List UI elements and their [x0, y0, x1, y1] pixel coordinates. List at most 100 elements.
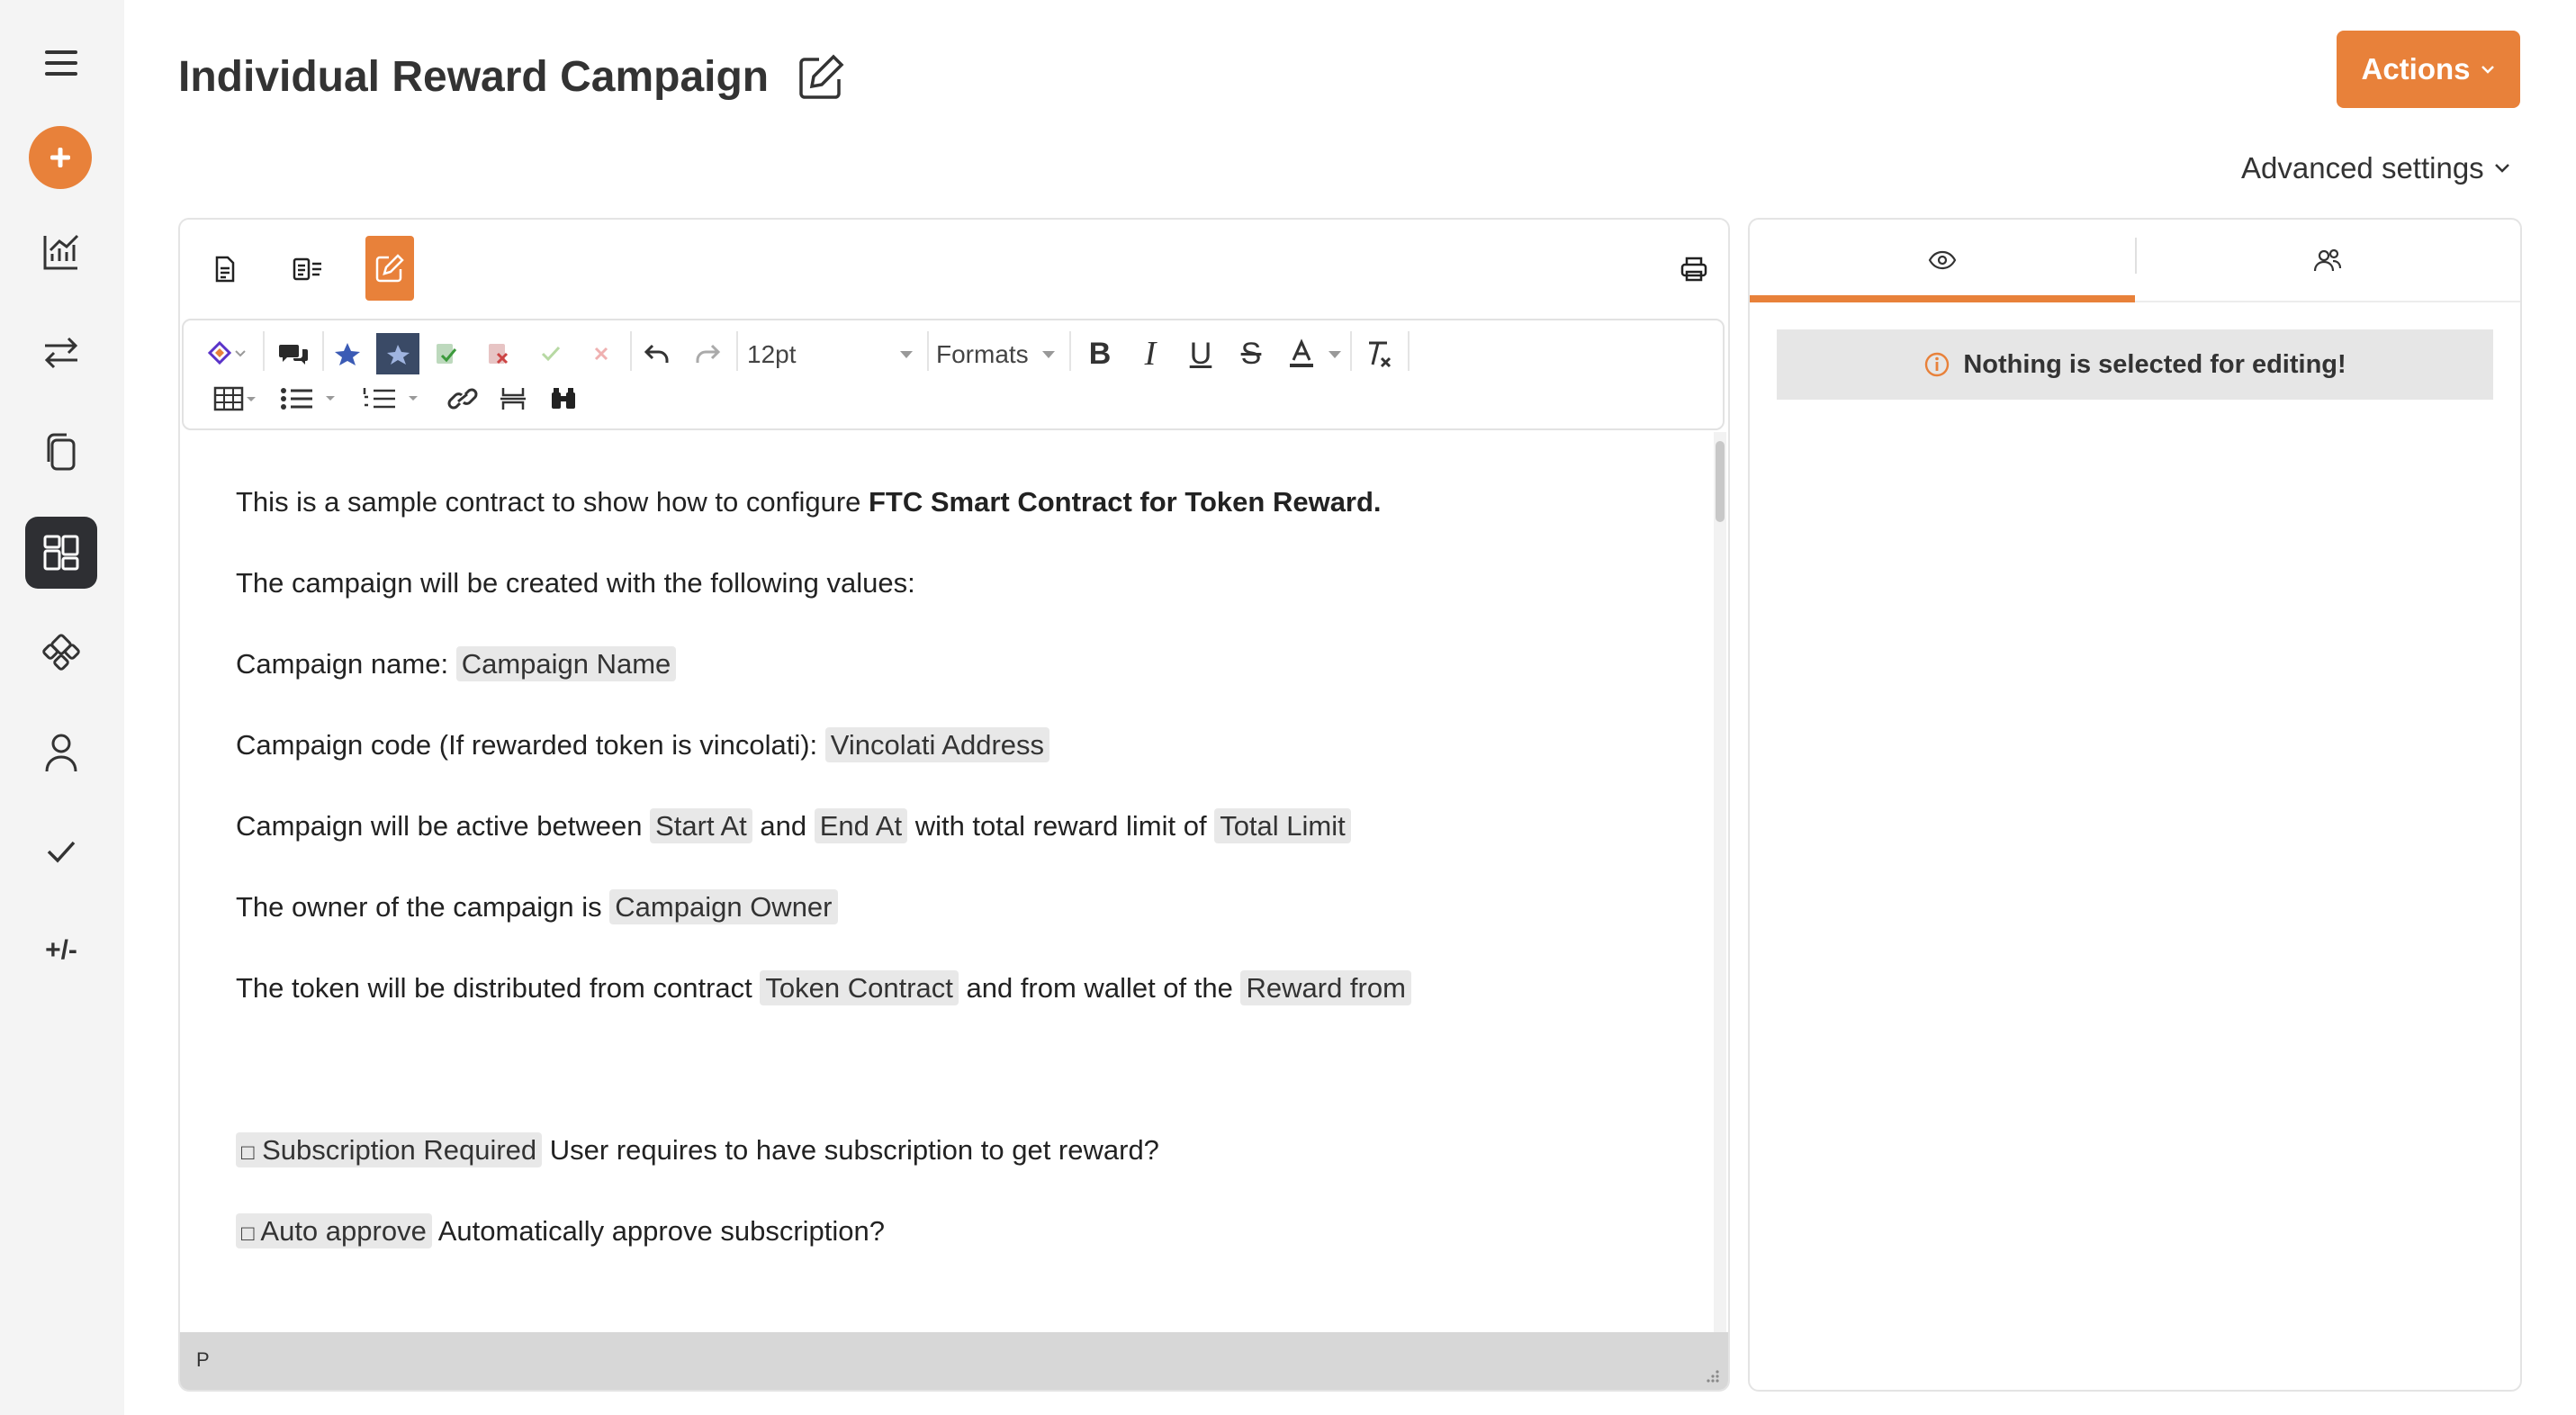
campaign-name-field[interactable]: Campaign Name — [455, 646, 677, 681]
smart-field-icon[interactable] — [200, 333, 254, 374]
notice-text: Nothing is selected for editing! — [1963, 349, 2346, 379]
toolbar-separator — [1069, 331, 1071, 371]
redo-icon[interactable] — [686, 333, 729, 374]
documents-icon[interactable] — [25, 416, 97, 488]
element-path[interactable]: P — [196, 1348, 210, 1372]
paragraph: □ Subscription Required User requires to… — [236, 1129, 1159, 1175]
toolbar-separator — [927, 331, 929, 371]
page-break-icon[interactable] — [491, 378, 535, 419]
paragraph: Campaign will be active between Start At… — [236, 805, 1351, 848]
print-icon[interactable] — [1669, 238, 1719, 301]
resize-handle-icon[interactable] — [1703, 1366, 1721, 1384]
chevron-down-icon[interactable] — [1329, 351, 1341, 358]
toolbar-separator — [322, 331, 324, 371]
actions-label: Actions — [2361, 52, 2471, 86]
chart-icon[interactable] — [25, 216, 97, 288]
bullet-list-icon[interactable] — [277, 378, 340, 419]
scrollbar-thumb[interactable] — [1716, 441, 1725, 522]
formats-select[interactable]: Formats — [936, 333, 1062, 374]
end-at-field[interactable]: End At — [814, 808, 908, 843]
start-at-field[interactable]: Start At — [650, 808, 752, 843]
table-icon[interactable] — [207, 378, 263, 419]
paragraph-text: The token will be distributed from contr… — [236, 972, 761, 1004]
reward-from-field[interactable]: Reward from — [1240, 970, 1411, 1005]
undo-icon[interactable] — [635, 333, 679, 374]
transfer-icon[interactable] — [25, 317, 97, 389]
chevron-down-icon — [900, 351, 913, 358]
paragraph: Campaign name: Campaign Name — [236, 643, 677, 686]
toolbar-separator — [1408, 331, 1410, 371]
underline-icon[interactable]: U — [1179, 333, 1222, 374]
reject-all-icon[interactable] — [477, 333, 520, 374]
paragraph-text: and from wallet of the — [958, 972, 1241, 1004]
paragraph-text: User requires to have subscription to ge… — [542, 1134, 1159, 1166]
page-title: Individual Reward Campaign — [178, 53, 770, 101]
properties-panel: Nothing is selected for editing! — [1748, 218, 2522, 1392]
sidebar: +/- — [0, 0, 124, 1415]
paragraph: □ Auto approve Automatically approve sub… — [236, 1210, 885, 1256]
chevron-down-icon — [2481, 66, 2494, 74]
accept-change-icon[interactable] — [529, 333, 572, 374]
editor-scrollbar[interactable] — [1714, 432, 1726, 1332]
paragraph-text: The owner of the campaign is — [236, 891, 610, 923]
eye-icon — [1928, 250, 1957, 270]
auto-approve-checkbox[interactable]: □ Auto approve — [236, 1213, 432, 1248]
clear-formatting-icon[interactable] — [1357, 333, 1401, 374]
editor-mode-bar — [180, 220, 1728, 317]
checkbox-icon: □ — [241, 1140, 255, 1165]
chevron-down-icon — [2494, 164, 2509, 173]
accept-all-icon[interactable] — [425, 333, 468, 374]
paragraph-text: The campaign will be created with the fo… — [236, 567, 915, 599]
paragraph: The campaign will be created with the fo… — [236, 562, 915, 605]
editor-toolbar: 12pt Formats B I U S — [182, 319, 1725, 430]
tab-users[interactable] — [2135, 220, 2520, 301]
user-icon[interactable] — [25, 717, 97, 789]
tab-preview[interactable] — [1750, 220, 2135, 302]
checkbox-label: Auto approve — [260, 1215, 427, 1247]
paragraph: This is a sample contract to show how to… — [236, 481, 1382, 524]
find-icon[interactable] — [542, 378, 585, 419]
link-icon[interactable] — [441, 378, 484, 419]
paragraph-text: Campaign code (If rewarded token is vinc… — [236, 729, 825, 761]
menu-icon[interactable] — [25, 27, 97, 99]
compare-view-icon[interactable] — [283, 238, 333, 301]
toolbar-separator — [630, 331, 632, 371]
edit-title-icon[interactable] — [796, 52, 846, 103]
dashboard-icon[interactable] — [25, 517, 97, 589]
vincolati-address-field[interactable]: Vincolati Address — [824, 727, 1050, 762]
total-limit-field[interactable]: Total Limit — [1214, 808, 1351, 843]
track-changes-icon[interactable] — [326, 333, 369, 374]
subscription-required-checkbox[interactable]: □ Subscription Required — [236, 1132, 543, 1167]
campaign-owner-field[interactable]: Campaign Owner — [609, 889, 838, 924]
token-contract-field[interactable]: Token Contract — [760, 970, 959, 1005]
advanced-settings-label: Advanced settings — [2241, 151, 2484, 185]
paragraph: The owner of the campaign is Campaign Ow… — [236, 886, 838, 929]
check-icon[interactable] — [25, 816, 97, 888]
font-size-select[interactable]: 12pt — [747, 333, 918, 374]
plus-minus-icon[interactable]: +/- — [25, 915, 97, 987]
paragraph-text: Automatically approve subscription? — [431, 1215, 885, 1247]
paragraph-text: Campaign will be active between — [236, 810, 651, 842]
actions-button[interactable]: Actions — [2337, 31, 2520, 108]
document-view-icon[interactable] — [200, 238, 250, 301]
numbered-list-icon[interactable] — [360, 378, 423, 419]
font-size-value: 12pt — [747, 340, 797, 368]
edit-mode-icon[interactable] — [365, 236, 414, 301]
modules-icon[interactable] — [25, 617, 97, 689]
users-icon — [2313, 248, 2342, 272]
paragraph-text: and — [752, 810, 815, 842]
contract-name-bold: FTC Smart Contract for Token Reward. — [869, 486, 1382, 518]
italic-icon[interactable]: I — [1129, 333, 1172, 374]
show-changes-icon[interactable] — [376, 333, 419, 374]
advanced-settings-toggle[interactable]: Advanced settings — [2241, 151, 2511, 185]
paragraph-text: Campaign name: — [236, 648, 456, 680]
reject-change-icon[interactable] — [580, 333, 623, 374]
bold-icon[interactable]: B — [1078, 333, 1121, 374]
comments-icon[interactable] — [272, 333, 315, 374]
chevron-down-icon — [1042, 351, 1055, 358]
strikethrough-icon[interactable]: S — [1229, 333, 1273, 374]
toolbar-separator — [1350, 331, 1352, 371]
add-icon[interactable] — [29, 126, 92, 189]
text-color-icon[interactable] — [1280, 333, 1323, 374]
paragraph: Campaign code (If rewarded token is vinc… — [236, 724, 1050, 767]
